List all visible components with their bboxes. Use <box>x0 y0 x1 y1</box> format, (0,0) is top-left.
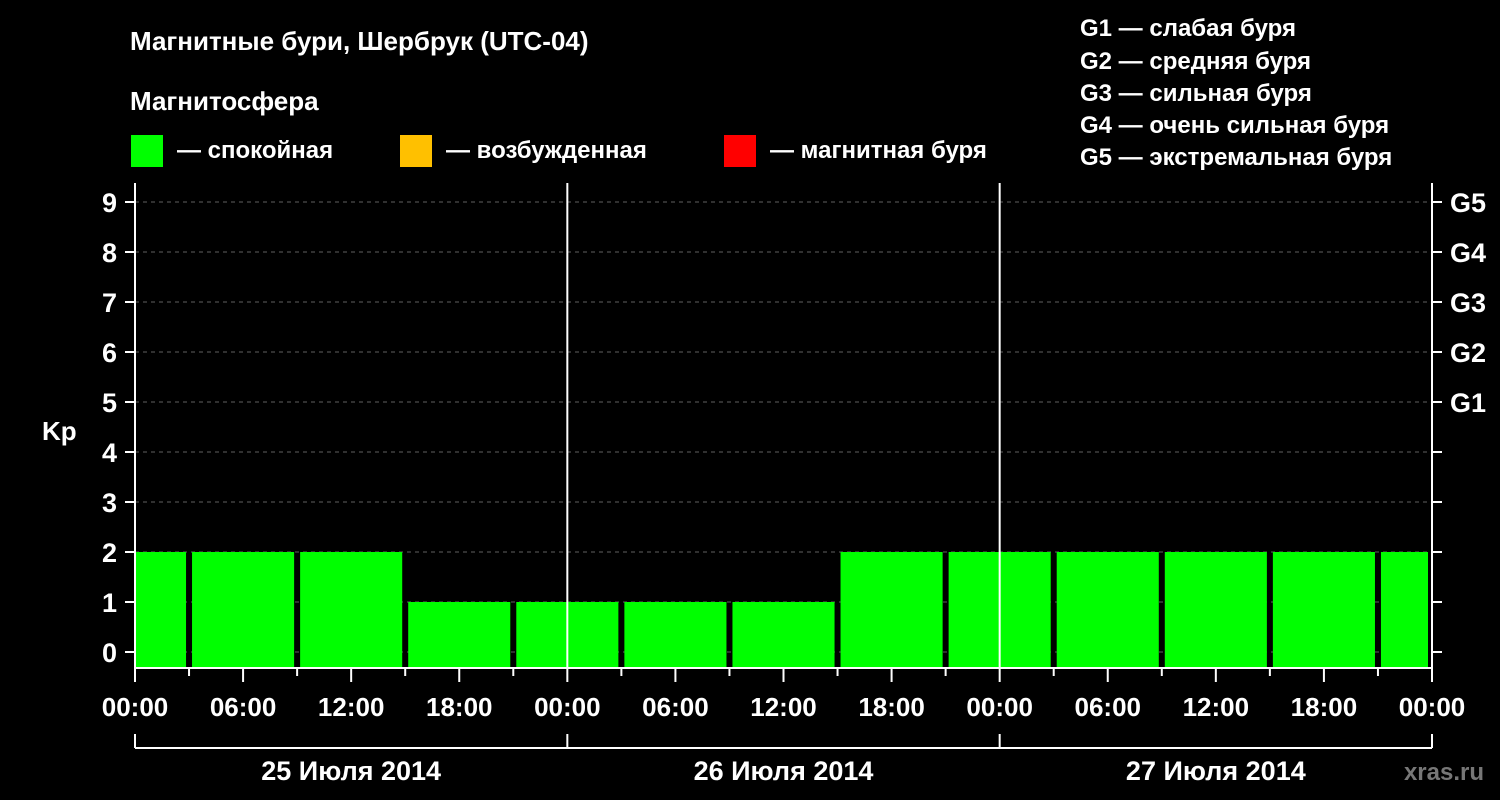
y-tick-label: 7 <box>102 288 117 318</box>
y-tick-label: 9 <box>102 188 117 218</box>
legend-swatch-storm <box>724 135 756 167</box>
legend-title: Магнитосфера <box>130 86 319 116</box>
day-label: 25 Июля 2014 <box>261 756 441 786</box>
x-tick-label: 00:00 <box>966 692 1033 722</box>
x-tick-label: 18:00 <box>858 692 925 722</box>
storm-scale-g5: G5 — экстремальная буря <box>1080 144 1392 171</box>
legend-swatch-quiet <box>131 135 163 167</box>
y-tick-label: 8 <box>102 238 117 268</box>
bar <box>732 602 835 668</box>
bar <box>1272 552 1375 668</box>
y-tick-label: 4 <box>102 438 117 468</box>
storm-scale-g3: G3 — сильная буря <box>1080 80 1312 107</box>
x-tick-label: 18:00 <box>1291 692 1358 722</box>
bar <box>1380 552 1428 668</box>
storm-scale-list: G1 — слабая буря G2 — средняя буря G3 — … <box>1080 15 1392 171</box>
watermark: xras.ru <box>1404 759 1484 786</box>
x-tick-label: 12:00 <box>1183 692 1250 722</box>
y-tick-label: 5 <box>102 388 117 418</box>
y-tick-label: 6 <box>102 338 117 368</box>
x-tick-label: 06:00 <box>1075 692 1142 722</box>
right-tick-label: G2 <box>1450 338 1486 368</box>
legend-swatch-disturbed <box>400 135 432 167</box>
bar <box>408 602 511 668</box>
legend-label-quiet: — спокойная <box>177 137 333 164</box>
bars <box>135 552 1428 668</box>
day-label: 26 Июля 2014 <box>694 756 874 786</box>
right-tick-label: G1 <box>1450 388 1486 418</box>
right-tick-label: G5 <box>1450 188 1486 218</box>
day-label: 27 Июля 2014 <box>1126 756 1306 786</box>
kp-chart: Магнитные бури, Шербрук (UTC-04) Магнито… <box>42 15 1486 786</box>
right-tick-label: G4 <box>1450 238 1486 268</box>
bar <box>135 552 187 668</box>
bar <box>1056 552 1159 668</box>
legend-label-storm: — магнитная буря <box>770 137 987 164</box>
bar <box>300 552 403 668</box>
x-tick-label: 18:00 <box>426 692 493 722</box>
x-tick-label: 00:00 <box>102 692 169 722</box>
y-tick-label: 2 <box>102 538 117 568</box>
y-tick-label: 0 <box>102 638 117 668</box>
y-tick-label: 1 <box>102 588 117 618</box>
storm-scale-g1: G1 — слабая буря <box>1080 15 1296 42</box>
x-tick-label: 12:00 <box>318 692 385 722</box>
x-tick-label: 12:00 <box>750 692 817 722</box>
x-tick-label: 06:00 <box>210 692 277 722</box>
storm-scale-g4: G4 — очень сильная буря <box>1080 112 1389 139</box>
bar <box>624 602 727 668</box>
x-tick-label: 06:00 <box>642 692 709 722</box>
right-tick-label: G3 <box>1450 288 1486 318</box>
bar <box>1164 552 1267 668</box>
legend-label-disturbed: — возбужденная <box>446 137 647 164</box>
x-ticks: 00:00 06:00 12:00 18:00 00:00 06:00 12:00 18:00… <box>102 668 1466 722</box>
bar <box>192 552 295 668</box>
storm-scale-g2: G2 — средняя буря <box>1080 48 1311 75</box>
x-tick-label: 00:00 <box>1399 692 1466 722</box>
right-ticks: G1 G2 G3 G4 G5 <box>1432 188 1486 653</box>
y-axis-label: Kp <box>42 416 77 446</box>
legend: — спокойная — возбужденная — магнитная б… <box>131 135 987 167</box>
y-ticks: 0 1 2 3 4 5 6 7 8 9 <box>102 188 135 668</box>
x-tick-label: 00:00 <box>534 692 601 722</box>
day-brackets: 25 Июля 2014 26 Июля 2014 27 Июля 2014 <box>134 734 1433 786</box>
y-tick-label: 3 <box>102 488 117 518</box>
bar <box>840 552 943 668</box>
chart-title: Магнитные бури, Шербрук (UTC-04) <box>130 26 589 56</box>
